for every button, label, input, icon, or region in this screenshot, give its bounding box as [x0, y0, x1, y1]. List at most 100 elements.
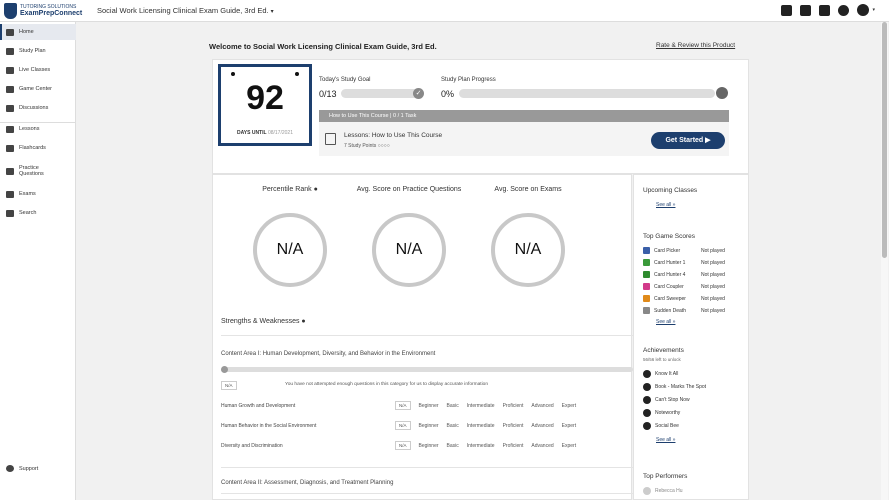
logo-line-2: ExamPrepConnect [20, 10, 83, 17]
calendar-pin-icon [295, 72, 299, 76]
study-progress-value: 0% [441, 89, 455, 99]
achievement-row[interactable]: Book - Marks The Spot [643, 383, 706, 391]
stat-circle: N/A [253, 213, 327, 287]
strengths-title-text: Strengths & Weaknesses [221, 318, 300, 325]
level-na: N/A [395, 401, 411, 410]
achievement-row[interactable]: Know It All [643, 370, 678, 378]
top-performers-title: Top Performers [643, 473, 688, 480]
achievement-row[interactable]: Social Bee [643, 422, 679, 430]
content-area-slider [221, 366, 633, 373]
game-row[interactable]: Card Coupler Not played [643, 283, 743, 290]
level-advanced: Advanced [531, 442, 554, 449]
scrollbar[interactable] [881, 22, 888, 500]
card-coupler-icon [643, 283, 650, 290]
days-count: 92 [246, 79, 284, 117]
days-label-text: DAYS UNTIL [237, 130, 267, 136]
sidebar-item-home[interactable]: Home [0, 24, 76, 40]
badge-icon [643, 396, 651, 404]
user-chevron-down-icon[interactable]: ▾ [872, 7, 875, 13]
rate-review-link[interactable]: Rate & Review this Product [656, 42, 735, 49]
cards-icon [6, 144, 14, 152]
game-row[interactable]: Card Hunter 4 Not played [643, 271, 743, 278]
exam-date: 08/17/2021 [267, 130, 293, 136]
calendar-icon [6, 47, 14, 55]
upcoming-see-all-link[interactable]: See all » [656, 202, 675, 208]
stat-percentile: Percentile Rank ● N/A [235, 185, 345, 287]
points-dots-icon: ○○○○ [377, 143, 390, 149]
games-see-all-link[interactable]: See all » [656, 319, 675, 325]
level-scale: N/A Beginner Basic Intermediate Proficient Ad… [395, 421, 576, 430]
achievement-row[interactable]: Can't Stop Now [643, 396, 690, 404]
sidebar-item-lessons[interactable]: Lessons [0, 121, 76, 137]
level-beginner: Beginner [418, 442, 439, 449]
cart-icon[interactable] [800, 4, 812, 16]
content-area-title: Content Area II: Assessment, Diagnosis, … [221, 480, 394, 486]
game-row[interactable]: Card Sweeper Not played [643, 295, 743, 302]
badge-icon [643, 422, 651, 430]
performer-row[interactable]: Rebecca Hu [643, 487, 683, 495]
top-icons: ▾ [781, 4, 875, 16]
level-intermediate: Intermediate [466, 422, 495, 429]
sidebar-item-practice-questions[interactable]: Practice Questions [0, 161, 76, 181]
task-header: How to Use This Course | 0 / 1 Task [319, 110, 729, 122]
level-beginner: Beginner [418, 422, 439, 429]
question-icon [6, 167, 14, 175]
mail-icon[interactable] [781, 4, 793, 16]
trophy-icon [716, 87, 728, 99]
game-row[interactable]: Card Picker Not played [643, 247, 743, 254]
card-picker-icon [643, 247, 650, 254]
level-basic: Basic [446, 422, 459, 429]
support-icon [6, 465, 14, 472]
level-scale: N/A Beginner Basic Intermediate Proficient Ad… [395, 441, 576, 450]
video-icon [6, 66, 14, 74]
achievement-name: Can't Stop Now [655, 397, 690, 403]
info-icon[interactable]: ● [314, 186, 318, 193]
scrollbar-thumb[interactable] [882, 22, 887, 258]
sidebar-item-study-plan[interactable]: Study Plan [0, 43, 76, 59]
lesson-card[interactable]: Lessons: How to Use This Course 7 Study … [319, 122, 729, 156]
support-link[interactable]: Support [6, 465, 38, 472]
level-advanced: Advanced [531, 402, 554, 409]
game-name: Card Picker [654, 247, 681, 254]
level-proficient: Proficient [502, 442, 524, 449]
main-content: Welcome to Social Work Licensing Clinica… [76, 22, 882, 500]
level-basic: Basic [446, 442, 459, 449]
sidebar-item-discussions[interactable]: Discussions [0, 100, 76, 116]
game-status: Not played [701, 283, 725, 290]
stat-exam-score: Avg. Score on Exams N/A [473, 185, 583, 287]
user-avatar-icon[interactable] [857, 4, 870, 16]
lesson-title: Lessons: How to Use This Course [344, 132, 443, 139]
level-basic: Basic [446, 402, 459, 409]
calendar-pin-icon [231, 72, 235, 76]
game-row[interactable]: Sudden Death Not played [643, 307, 743, 314]
level-expert: Expert [561, 422, 577, 429]
level-expert: Expert [561, 442, 577, 449]
top-game-scores-title: Top Game Scores [643, 233, 696, 240]
sidebar-item-label: Game Center [19, 86, 53, 92]
sidebar-item-game-center[interactable]: Game Center [0, 81, 76, 97]
achievements-see-all-link[interactable]: See all » [656, 437, 675, 443]
sidebar-item-search[interactable]: Search [0, 205, 76, 221]
shield-logo-icon [4, 3, 17, 19]
stat-circle: N/A [372, 213, 446, 287]
book-icon [6, 125, 14, 133]
achievement-row[interactable]: Noteworthy [643, 409, 680, 417]
cap-icon[interactable] [819, 4, 831, 16]
sidebar-item-live-classes[interactable]: Live Classes [0, 62, 76, 78]
game-row[interactable]: Card Hunter 1 Not played [643, 259, 743, 266]
chat-icon [6, 104, 14, 112]
logo[interactable]: TUTORING SOLUTIONS ExamPrepConnect [4, 3, 83, 21]
achievements-subtitle: 56/56 left to unlock [643, 357, 681, 362]
countdown-card: 92 DAYS UNTIL 08/17/2021 [218, 64, 312, 146]
game-name: Card Sweeper [654, 295, 686, 302]
sidebar-item-flashcards[interactable]: Flashcards [0, 140, 76, 156]
sidebar-item-exams[interactable]: Exams [0, 186, 76, 202]
sidebar: Home Study Plan Live Classes Game Center… [0, 22, 76, 500]
hero-panel: 92 DAYS UNTIL 08/17/2021 Today's Study G… [212, 59, 749, 174]
info-icon[interactable]: ● [301, 318, 305, 325]
game-name: Card Coupler [654, 283, 684, 290]
help-icon[interactable] [838, 4, 850, 16]
exam-icon [6, 190, 14, 198]
course-selector[interactable]: Social Work Licensing Clinical Exam Guid… [97, 6, 274, 15]
get-started-button[interactable]: Get Started ▶ [651, 132, 725, 149]
